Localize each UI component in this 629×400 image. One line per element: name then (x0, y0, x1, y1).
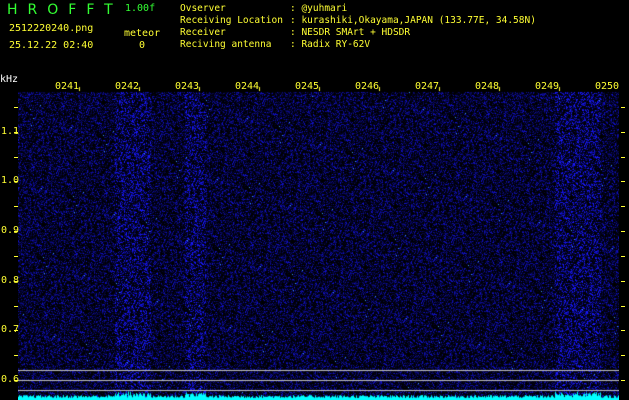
y-tick-mark (621, 132, 625, 133)
y-tick-mark (14, 157, 18, 158)
version: 1.00f (125, 3, 156, 14)
y-tick-mark (621, 330, 625, 331)
y-tick-mark (14, 206, 18, 207)
y-tick-mark (14, 256, 18, 257)
meteor-label: meteor (124, 28, 161, 39)
datetime: 25.12.22 02:40 (9, 40, 94, 51)
info-label-observer: Ovserver (180, 3, 226, 14)
x-tick-label: 0248 (475, 81, 500, 92)
info-label-antenna: Reciving antenna (180, 39, 272, 50)
y-tick-mark (621, 231, 625, 232)
x-tick-label: 0241 (55, 81, 80, 92)
x-tick-label: 0247 (415, 81, 440, 92)
app-title: HROFFT (7, 2, 123, 18)
x-tick-label: 0250 (595, 81, 620, 92)
x-tick-label: 0245 (295, 81, 320, 92)
info-value-observer: : @yuhmari (290, 3, 348, 14)
filename: 2512220240.png (9, 23, 94, 34)
y-axis-label: kHz (0, 74, 19, 85)
y-tick-mark (621, 306, 625, 307)
info-value-antenna: : Radix RY-62V (290, 39, 371, 50)
y-tick-mark (14, 355, 18, 356)
x-tick-label: 0249 (535, 81, 560, 92)
info-label-location: Receiving Location (180, 15, 283, 26)
y-tick-mark (621, 281, 625, 282)
y-tick-mark (14, 380, 18, 381)
info-label-receiver: Receiver (180, 27, 226, 38)
y-tick-mark (14, 231, 18, 232)
info-value-receiver: : NESDR SMArt + HDSDR (290, 27, 411, 38)
x-tick-label: 0246 (355, 81, 380, 92)
y-tick-mark (621, 157, 625, 158)
y-tick-mark (14, 132, 18, 133)
y-tick-mark (14, 330, 18, 331)
y-tick-mark (621, 355, 625, 356)
hrofft-screen: HROFFT 1.00f 2512220240.png 25.12.22 02:… (0, 0, 629, 400)
y-tick-mark (621, 380, 625, 381)
y-tick-mark (14, 281, 18, 282)
x-tick-label: 0244 (235, 81, 260, 92)
y-tick-mark (621, 107, 625, 108)
x-tick-label: 0243 (175, 81, 200, 92)
meteor-count: 0 (139, 40, 146, 51)
y-tick-mark (621, 206, 625, 207)
x-tick-label: 0242 (115, 81, 140, 92)
y-tick-mark (14, 181, 18, 182)
y-tick-mark (14, 306, 18, 307)
spectrogram (18, 80, 619, 400)
y-tick-mark (14, 107, 18, 108)
y-tick-mark (621, 181, 625, 182)
info-value-location: : kurashiki,Okayama,JAPAN (133.77E, 34.5… (290, 15, 536, 26)
y-tick-mark (621, 256, 625, 257)
